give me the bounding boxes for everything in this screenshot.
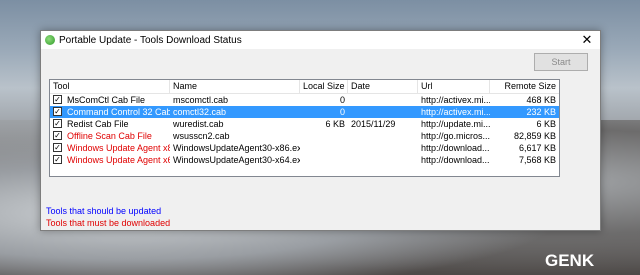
window-title: Portable Update - Tools Download Status <box>59 35 242 46</box>
cell-remote-size: 468 KB <box>526 95 556 105</box>
legend-download-text: Tools that must be downloaded <box>46 218 171 228</box>
table-row[interactable]: ✓ Command Control 32 Cab Filecomctl32.cab… <box>50 106 559 118</box>
cell-tool: MsComCtl Cab File <box>67 95 146 105</box>
cell-url: http://go.micros... <box>421 131 490 141</box>
column-header-date[interactable]: Date <box>348 80 418 93</box>
column-header-url[interactable]: Url <box>418 80 490 93</box>
cell-date <box>348 94 418 106</box>
cell-url: http://update.mi... <box>421 119 490 129</box>
cell-tool: Redist Cab File <box>67 119 129 129</box>
cell-name: WindowsUpdateAgent30-x86.exe <box>173 143 300 153</box>
cell-name: WindowsUpdateAgent30-x64.exe <box>173 155 300 165</box>
cell-name: wuredist.cab <box>173 119 224 129</box>
table-row[interactable]: ✓ Redist Cab File wuredist.cab 6 KB 2015/11/… <box>50 118 559 130</box>
cell-url: http://download... <box>421 143 490 153</box>
cell-local-size <box>300 154 348 166</box>
cell-tool: Windows Update Agent x64 <box>67 155 170 165</box>
row-checkbox[interactable]: ✓ <box>53 95 62 104</box>
cell-remote-size: 6 KB <box>536 119 556 129</box>
cell-local-size: 6 KB <box>325 119 345 129</box>
app-icon <box>45 35 55 45</box>
app-window: Portable Update - Tools Download Status … <box>40 30 601 231</box>
cell-name: comctl32.cab <box>173 107 227 117</box>
cell-date: 2015/11/29 <box>351 119 396 129</box>
cell-date <box>348 106 418 118</box>
cell-tool: Offline Scan Cab File <box>67 131 152 141</box>
close-icon[interactable]: ✕ <box>580 32 594 47</box>
table-row[interactable]: ✓ Offline Scan Cab File wsusscn2.cab http:/… <box>50 130 559 142</box>
cell-local-size: 0 <box>339 107 345 117</box>
column-header-tool[interactable]: Tool <box>50 80 170 93</box>
cell-local-size <box>300 142 348 154</box>
start-button[interactable]: Start <box>534 53 588 71</box>
cell-remote-size: 232 KB <box>526 107 556 117</box>
cell-url: http://activex.mi... <box>421 95 490 105</box>
cell-url: http://activex.mi... <box>421 107 490 117</box>
genk-logo: GENK <box>545 251 595 269</box>
cell-date <box>348 142 418 154</box>
row-checkbox[interactable]: ✓ <box>53 107 62 116</box>
title-bar[interactable]: Portable Update - Tools Download Status … <box>41 31 600 49</box>
legend-update-text: Tools that should be updated <box>46 206 162 216</box>
cell-remote-size: 7,568 KB <box>518 155 556 165</box>
cell-remote-size: 6,617 KB <box>518 143 556 153</box>
cell-date <box>348 154 418 166</box>
row-checkbox[interactable]: ✓ <box>53 131 62 140</box>
watermark-text: GENK <box>545 251 595 269</box>
row-checkbox[interactable]: ✓ <box>53 119 62 128</box>
column-header-name[interactable]: Name <box>170 80 300 93</box>
row-checkbox[interactable]: ✓ <box>53 155 62 164</box>
table-row[interactable]: ✓ MsComCtl Cab File mscomctl.cab 0 http://ac… <box>50 94 559 106</box>
column-header-local-size[interactable]: Local Size <box>300 80 348 93</box>
cell-name: mscomctl.cab <box>173 95 229 105</box>
cell-date <box>348 130 418 142</box>
cell-tool: Command Control 32 Cab File <box>67 107 170 117</box>
cell-local-size: 0 <box>339 95 345 105</box>
table-row[interactable]: ✓ Windows Update Agent x86 WindowsUpdateAg… <box>50 142 559 154</box>
column-header-remote-size[interactable]: Remote Size <box>490 80 559 93</box>
cell-remote-size: 82,859 KB <box>513 131 556 141</box>
cell-local-size <box>300 130 348 142</box>
tools-list[interactable]: Tool Name Local Size Date Url Remote Siz… <box>49 79 560 177</box>
row-checkbox[interactable]: ✓ <box>53 143 62 152</box>
list-header: Tool Name Local Size Date Url Remote Siz… <box>50 80 559 94</box>
cell-url: http://download... <box>421 155 490 165</box>
cell-name: wsusscn2.cab <box>173 131 230 141</box>
table-row[interactable]: ✓ Windows Update Agent x64 WindowsUpdateAg… <box>50 154 559 166</box>
cell-tool: Windows Update Agent x86 <box>67 143 170 153</box>
